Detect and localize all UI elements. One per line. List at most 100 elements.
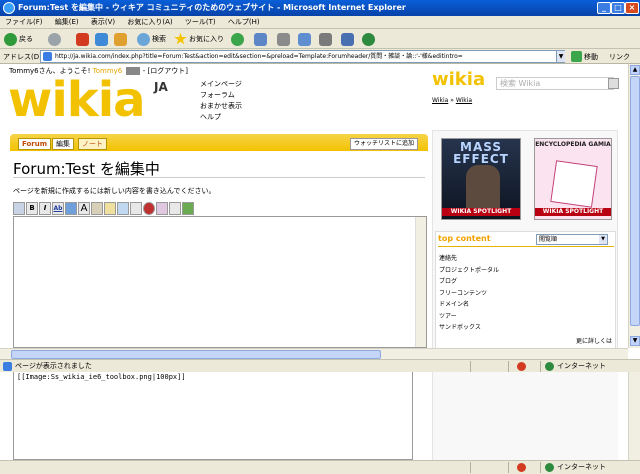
tab-talk[interactable]: ノート	[78, 138, 107, 150]
ie-logo-icon	[3, 2, 15, 14]
address-url: http://ja.wikia.com/index.php?title=Foru…	[55, 53, 463, 60]
links-button[interactable]: リンク	[609, 52, 630, 62]
external-link-icon[interactable]	[65, 202, 77, 215]
close-button[interactable]: ×	[625, 2, 639, 14]
status-separator	[540, 462, 541, 473]
nav-random[interactable]: おまかせ表示	[200, 101, 242, 112]
scroll-up-icon[interactable]: ▲	[630, 65, 640, 75]
top-content-item[interactable]: ツアー	[439, 311, 499, 323]
menu-favorites[interactable]: お気に入り(A)	[122, 16, 177, 29]
breadcrumb-separator: »	[450, 97, 454, 104]
internal-link-button[interactable]: Ab	[52, 202, 64, 215]
go-button[interactable]: 移動	[571, 51, 598, 62]
logout-link[interactable]: - [ログアウト]	[143, 67, 188, 75]
nav-help[interactable]: ヘルプ	[200, 112, 242, 123]
watch-button[interactable]: ウォッチリストに追加	[349, 138, 418, 150]
top-content-item[interactable]: 連絡先	[439, 253, 499, 265]
address-dropdown-icon[interactable]: ▼	[556, 51, 565, 62]
back-button[interactable]: 戻る	[4, 31, 33, 47]
top-content-item[interactable]: サンドボックス	[439, 322, 499, 334]
print-button[interactable]	[277, 31, 292, 47]
page-horizontal-scrollbar[interactable]	[0, 348, 628, 359]
messenger-icon	[362, 32, 375, 46]
textarea-scrollbar[interactable]	[415, 217, 426, 347]
math-icon[interactable]	[117, 202, 129, 215]
tab-edit[interactable]: 編集	[52, 138, 74, 150]
top-content-divider	[438, 246, 614, 247]
top-content-item[interactable]: フリーコンテンツ	[439, 288, 499, 300]
security-zone: インターネット	[545, 461, 606, 473]
address-input[interactable]: http://ja.wikia.com/index.php?title=Foru…	[40, 50, 565, 63]
back-label: 戻る	[19, 35, 33, 43]
lower-right-rail	[432, 372, 618, 460]
maximize-button[interactable]: □	[611, 2, 625, 14]
menu-file[interactable]: ファイル(F)	[0, 16, 48, 29]
research-button[interactable]	[341, 31, 356, 47]
refresh-button[interactable]	[95, 31, 110, 47]
page-loaded-icon	[3, 362, 12, 371]
top-content-select[interactable]: 閲覧順 ▼	[536, 234, 608, 245]
discuss-button[interactable]	[319, 31, 334, 47]
search-button[interactable]: 検索	[137, 31, 166, 47]
tab-forum[interactable]: Forum	[18, 138, 52, 150]
status-separator	[508, 361, 509, 372]
signature-icon[interactable]	[143, 202, 155, 215]
spotlight-encyclopedia-gamia[interactable]: ENCYCLOPEDIA GAMIA WIKIA SPOTLIGHT	[534, 138, 612, 220]
menu-bar: ファイル(F) 編集(E) 表示(V) お気に入り(A) ツール(T) ヘルプ(…	[0, 16, 640, 29]
popup-blocked-icon	[517, 362, 526, 371]
image-icon[interactable]	[91, 202, 103, 215]
lower-vertical-scrollbar[interactable]	[628, 372, 640, 460]
edit-page-button[interactable]	[298, 31, 313, 47]
history-button[interactable]	[231, 31, 246, 47]
stop-button[interactable]	[76, 31, 91, 47]
lower-page-region: [[Image:Ss_wikia_ie6_toolbox.png|100px]]	[0, 372, 628, 460]
home-button[interactable]	[114, 31, 129, 47]
lower-edit-textarea[interactable]: [[Image:Ss_wikia_ie6_toolbox.png|100px]]	[13, 372, 413, 460]
scroll-down-icon[interactable]: ▼	[630, 336, 640, 346]
breadcrumb-wikia-2[interactable]: Wikia	[456, 97, 472, 104]
edit-textarea[interactable]	[13, 216, 427, 348]
breadcrumb-wikia-1[interactable]: Wikia	[432, 97, 448, 104]
globe-icon	[545, 361, 554, 371]
top-content-item[interactable]: ブログ	[439, 276, 499, 288]
wikia-logo[interactable]: wikia	[8, 76, 146, 124]
spotlight-mass-effect[interactable]: MASS EFFECT WIKIA SPOTLIGHT	[441, 138, 521, 220]
menu-edit[interactable]: 編集(E)	[50, 16, 84, 29]
mail-button[interactable]	[254, 31, 269, 47]
search-input[interactable]: 検索 Wikia	[496, 77, 614, 90]
menu-view[interactable]: 表示(V)	[86, 16, 120, 29]
header-wikia-logo[interactable]: wikia	[432, 69, 485, 91]
top-content-more-link[interactable]: 更に詳しくは	[576, 336, 612, 345]
nav-main-page[interactable]: メインページ	[200, 79, 242, 90]
home-icon	[114, 32, 127, 46]
favorites-button[interactable]: お気に入り	[174, 31, 224, 47]
nowiki-icon[interactable]	[130, 202, 142, 215]
page-vertical-scrollbar[interactable]: ▲ ▼	[628, 64, 640, 348]
top-content-item[interactable]: ドメイン名	[439, 299, 499, 311]
top-content-item[interactable]: プロジェクトポータル	[439, 265, 499, 277]
search-submit-icon[interactable]	[608, 78, 619, 89]
bold-button[interactable]: B	[26, 202, 38, 215]
page-icon	[43, 52, 52, 61]
status-separator	[508, 462, 509, 473]
scroll-thumb[interactable]	[630, 76, 640, 326]
top-content-list: 連絡先 プロジェクトポータル ブログ フリーコンテンツ ドメイン名 ツアー サン…	[439, 253, 499, 334]
horizontal-line-icon[interactable]	[169, 202, 181, 215]
messenger-button[interactable]	[362, 31, 377, 47]
nav-forum[interactable]: フォーラム	[200, 90, 242, 101]
media-icon[interactable]	[104, 202, 116, 215]
minimize-button[interactable]: _	[597, 2, 611, 14]
spotlight2-heading: ENCYCLOPEDIA GAMIA	[535, 141, 611, 148]
template-icon[interactable]	[156, 202, 168, 215]
forward-button[interactable]	[48, 31, 63, 47]
toolbox-icon[interactable]	[13, 202, 25, 215]
menu-help[interactable]: ヘルプ(H)	[223, 16, 265, 29]
hscroll-thumb[interactable]	[11, 350, 381, 359]
favorites-label: お気に入り	[189, 35, 224, 43]
insert-icon[interactable]	[182, 202, 194, 215]
forward-arrow-icon	[48, 32, 61, 46]
menu-tools[interactable]: ツール(T)	[180, 16, 221, 29]
page-title: Forum:Test を編集中	[13, 160, 160, 178]
italic-button[interactable]: I	[39, 202, 51, 215]
headline-button[interactable]: A	[78, 202, 90, 215]
